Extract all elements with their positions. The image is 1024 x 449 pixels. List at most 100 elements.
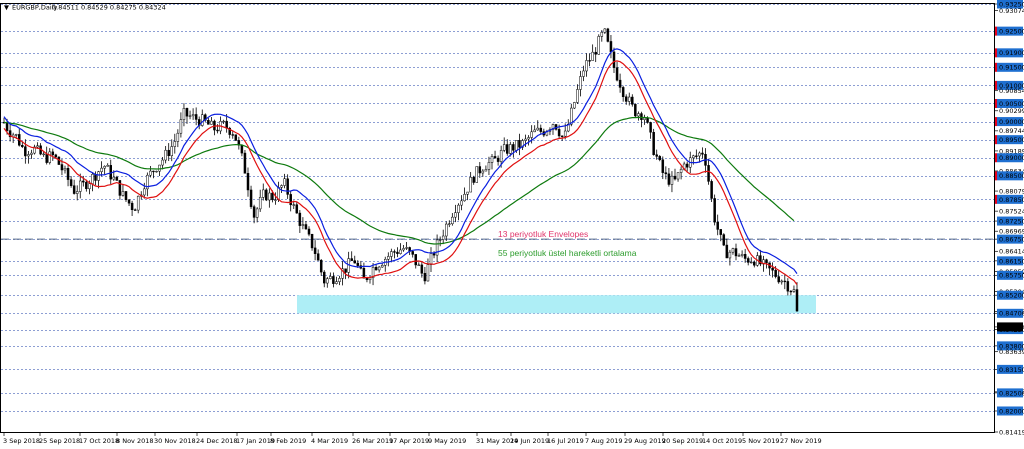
candle-body bbox=[106, 165, 109, 167]
candle-body bbox=[429, 253, 433, 265]
candle-body bbox=[45, 153, 48, 163]
time-axis-label: 17 Apr 2019 bbox=[389, 437, 429, 445]
candle-body bbox=[396, 251, 399, 254]
candle-body bbox=[304, 224, 308, 230]
price-level-marker bbox=[995, 26, 997, 36]
candle-body bbox=[728, 251, 732, 259]
candle-body bbox=[667, 173, 671, 185]
price-level-marker bbox=[995, 194, 997, 204]
candle-body bbox=[472, 176, 475, 183]
candle-body bbox=[780, 280, 783, 283]
candle-body bbox=[365, 277, 369, 280]
candle-body bbox=[283, 178, 286, 186]
support-zone bbox=[297, 295, 816, 314]
price-axis-label: 0.81419 bbox=[999, 428, 1024, 436]
candle-body bbox=[777, 276, 780, 283]
candle-body bbox=[118, 180, 122, 196]
candle-body bbox=[36, 145, 39, 148]
candle-body bbox=[234, 134, 238, 141]
candle-body bbox=[591, 51, 594, 61]
candle-body bbox=[225, 120, 228, 129]
candle-body bbox=[673, 175, 677, 180]
time-axis-label: 29 Aug 2019 bbox=[624, 437, 666, 445]
candle-body bbox=[576, 89, 579, 103]
candle-body bbox=[515, 140, 518, 151]
candle-body bbox=[502, 144, 506, 151]
candle-body bbox=[734, 248, 738, 257]
candle-body bbox=[390, 251, 393, 257]
candle-body bbox=[701, 152, 704, 155]
candle-body bbox=[121, 191, 125, 196]
candle-body bbox=[30, 152, 33, 155]
candle-body bbox=[255, 208, 259, 218]
time-axis-label: 5 Nov 2019 bbox=[742, 437, 780, 445]
candle-body bbox=[164, 149, 167, 161]
price-axis-label: 0.82000 bbox=[999, 407, 1024, 415]
candle-body bbox=[136, 195, 140, 211]
candle-body bbox=[85, 181, 88, 190]
candle-body bbox=[201, 114, 204, 126]
current-price-label: 0.84324 bbox=[999, 323, 1024, 331]
candle-body bbox=[603, 28, 607, 33]
price-axis-label: 0.91900 bbox=[999, 49, 1024, 57]
candle-body bbox=[600, 32, 604, 37]
candle-body bbox=[640, 113, 643, 120]
price-axis-label: 0.89744 bbox=[999, 127, 1024, 135]
candle-body bbox=[649, 122, 652, 133]
candle-body bbox=[155, 170, 158, 173]
candle-body bbox=[69, 179, 73, 186]
candle-body bbox=[66, 168, 70, 180]
header-symbol: EURGBP,Daily bbox=[12, 4, 57, 12]
candle-body bbox=[438, 239, 442, 241]
candle-body bbox=[432, 253, 436, 256]
candle-body bbox=[82, 180, 85, 183]
candle-body bbox=[606, 28, 610, 42]
price-axis-label: 0.90854 bbox=[999, 87, 1024, 95]
candle-body bbox=[746, 258, 750, 263]
price-chart[interactable]: ▼ EURGBP,Daily 0.84511 0.84529 0.84275 0… bbox=[0, 0, 1024, 449]
candle-body bbox=[170, 146, 173, 157]
candle-body bbox=[274, 199, 277, 201]
price-axis-label: 0.83150 bbox=[999, 366, 1024, 374]
candle-body bbox=[344, 268, 347, 273]
candle-body bbox=[402, 248, 405, 251]
candle-body bbox=[301, 224, 305, 226]
time-axis-label: 16 Jul 2019 bbox=[547, 437, 584, 445]
annotation-ema: 55 periyotluk üstel hareketli ortalama bbox=[498, 248, 637, 258]
candle-body bbox=[426, 264, 430, 282]
candle-body bbox=[240, 144, 244, 154]
price-level-marker bbox=[995, 62, 997, 72]
candle-body bbox=[679, 168, 683, 173]
candle-body bbox=[557, 129, 561, 137]
candle-body bbox=[91, 173, 94, 184]
candle-body bbox=[631, 96, 634, 105]
candle-body bbox=[338, 278, 341, 282]
candle-body bbox=[289, 194, 292, 206]
candle-body bbox=[319, 260, 323, 273]
candle-body bbox=[167, 149, 170, 157]
candle-body bbox=[356, 262, 360, 266]
price-level-marker bbox=[995, 98, 997, 108]
candle-body bbox=[469, 176, 472, 193]
candle-body bbox=[97, 171, 100, 181]
candle-body bbox=[176, 132, 180, 142]
candle-body bbox=[527, 137, 530, 140]
price-axis-label: 0.89000 bbox=[999, 154, 1024, 162]
candle-body bbox=[506, 144, 509, 154]
candle-body bbox=[313, 247, 317, 254]
candle-body bbox=[362, 267, 366, 279]
candle-body bbox=[731, 248, 735, 253]
time-axis-label: 3 Sep 2018 bbox=[3, 437, 40, 445]
candle-body bbox=[698, 152, 701, 157]
candle-body bbox=[268, 192, 271, 201]
time-axis-label: 7 Aug 2019 bbox=[585, 437, 623, 445]
chart-header: ▼ EURGBP,Daily 0.84511 0.84529 0.84275 0… bbox=[4, 4, 166, 12]
price-level-marker bbox=[995, 48, 997, 58]
candle-body bbox=[207, 120, 210, 125]
candle-body bbox=[216, 129, 219, 132]
candle-body bbox=[524, 138, 527, 141]
candle-body bbox=[512, 144, 515, 151]
candle-body bbox=[716, 221, 719, 230]
candle-body bbox=[79, 180, 82, 192]
candle-body bbox=[445, 223, 448, 237]
